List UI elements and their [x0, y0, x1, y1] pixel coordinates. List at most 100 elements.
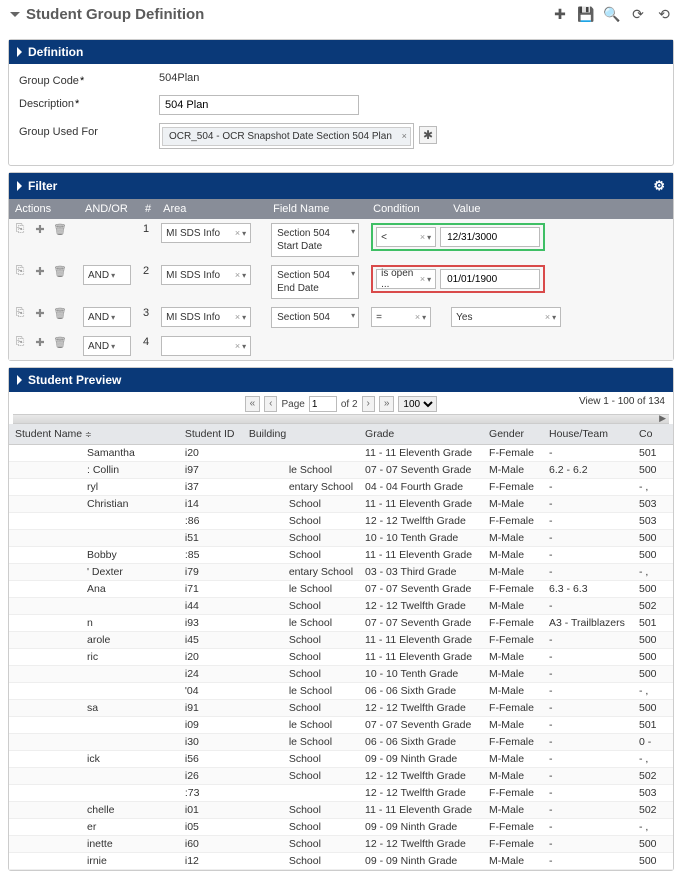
horizontal-scrollbar[interactable]: [13, 414, 669, 424]
table-row[interactable]: i51School10 - 10 Tenth GradeM-Male-500: [9, 530, 673, 547]
cell-co: 500: [633, 853, 673, 870]
table-row[interactable]: arolei45School11 - 11 Eleventh GradeF-Fe…: [9, 632, 673, 649]
delete-row-icon[interactable]: 🗑: [53, 265, 67, 278]
table-row[interactable]: rici20School11 - 11 Eleventh GradeM-Male…: [9, 649, 673, 666]
table-row[interactable]: ryli37entary School04 - 04 Fourth GradeF…: [9, 479, 673, 496]
table-row[interactable]: i26School12 - 12 Twelfth GradeM-Male-502: [9, 768, 673, 785]
andor-select[interactable]: AND▾: [83, 265, 131, 285]
cell-house: -: [543, 632, 633, 649]
add-row-icon[interactable]: ✚: [33, 336, 47, 349]
table-row[interactable]: ' Dexteri79entary School03 - 03 Third Gr…: [9, 564, 673, 581]
cell-co: 500: [633, 649, 673, 666]
cell-id: :86: [179, 513, 243, 530]
cell-bldg: School: [243, 632, 359, 649]
value-select[interactable]: Yes×▾: [451, 307, 561, 327]
table-row[interactable]: ni93le School07 - 07 Seventh GradeF-Fema…: [9, 615, 673, 632]
add-icon[interactable]: ✚: [552, 7, 568, 23]
condition-select[interactable]: is open ...×▾: [376, 269, 436, 289]
pager-pagesize-select[interactable]: 100: [398, 396, 437, 412]
delete-row-icon[interactable]: 🗑: [53, 223, 67, 236]
pager-page-input[interactable]: [309, 396, 337, 412]
table-row[interactable]: i09le School07 - 07 Seventh GradeM-Male-…: [9, 717, 673, 734]
cell-house: -: [543, 853, 633, 870]
table-row[interactable]: Samanthai2011 - 11 Eleventh GradeF-Femal…: [9, 445, 673, 462]
pager-first-button[interactable]: «: [245, 396, 261, 412]
table-row[interactable]: irniei12School09 - 09 Ninth GradeM-Male-…: [9, 853, 673, 870]
add-row-icon[interactable]: ✚: [33, 307, 47, 320]
group-code-label: Group Code: [19, 75, 84, 87]
add-group-used-for-button[interactable]: ✱: [419, 126, 437, 144]
col-grade[interactable]: Grade: [359, 424, 483, 445]
andor-select[interactable]: AND▾: [83, 307, 131, 327]
cell-bldg: [243, 445, 359, 462]
table-row[interactable]: i44School12 - 12 Twelfth GradeM-Male-502: [9, 598, 673, 615]
col-gender[interactable]: Gender: [483, 424, 543, 445]
panel-settings-icon[interactable]: ⚙: [653, 178, 665, 194]
field-select[interactable]: Section 504 Start Date▾: [271, 223, 359, 257]
table-row[interactable]: Bobby:85School11 - 11 Eleventh GradeM-Ma…: [9, 547, 673, 564]
table-row[interactable]: i24School10 - 10 Tenth GradeM-Male-500: [9, 666, 673, 683]
table-row[interactable]: : Collini97le School07 - 07 Seventh Grad…: [9, 462, 673, 479]
table-row[interactable]: Christiani14School11 - 11 Eleventh Grade…: [9, 496, 673, 513]
table-row[interactable]: icki56School09 - 09 Ninth GradeM-Male-- …: [9, 751, 673, 768]
preview-panel-header[interactable]: Student Preview: [9, 368, 673, 392]
copy-row-icon[interactable]: ⎘: [13, 336, 27, 349]
add-row-icon[interactable]: ✚: [33, 223, 47, 236]
table-row[interactable]: sai91School12 - 12 Twelfth GradeF-Female…: [9, 700, 673, 717]
andor-select[interactable]: AND▾: [83, 336, 131, 356]
pager: « ‹ Page of 2 › » 100 View 1 - 100 of 13…: [9, 392, 673, 414]
condition-select[interactable]: =×▾: [371, 307, 431, 327]
cell-co: 500: [633, 530, 673, 547]
col-student-id[interactable]: Student ID: [179, 424, 243, 445]
area-select[interactable]: MI SDS Info×▾: [161, 223, 251, 243]
table-row[interactable]: chellei01School11 - 11 Eleventh GradeM-M…: [9, 802, 673, 819]
cell-id: i20: [179, 649, 243, 666]
filter-panel-header[interactable]: Filter ⚙: [9, 173, 673, 199]
pill-remove-icon[interactable]: ×: [402, 131, 407, 141]
delete-row-icon[interactable]: 🗑: [53, 307, 67, 320]
area-select[interactable]: MI SDS Info×▾: [161, 307, 251, 327]
refresh-icon[interactable]: ⟳: [630, 7, 646, 23]
cell-id: i24: [179, 666, 243, 683]
cell-house: -: [543, 785, 633, 802]
col-house[interactable]: House/Team: [543, 424, 633, 445]
definition-panel-header[interactable]: Definition: [9, 40, 673, 64]
search-icon[interactable]: 🔍: [604, 7, 620, 23]
save-icon[interactable]: 💾: [578, 7, 594, 23]
col-co[interactable]: Co: [633, 424, 673, 445]
filter-condition-value-group: <×▾: [371, 223, 545, 251]
cell-gender: F-Female: [483, 819, 543, 836]
field-select[interactable]: Section 504 End Date▾: [271, 265, 359, 299]
value-input[interactable]: [440, 227, 540, 247]
col-andor: AND/OR: [79, 199, 139, 219]
condition-select[interactable]: <×▾: [376, 227, 436, 247]
collapse-icon[interactable]: [10, 12, 20, 17]
area-select[interactable]: MI SDS Info×▾: [161, 265, 251, 285]
add-row-icon[interactable]: ✚: [33, 265, 47, 278]
table-row[interactable]: :86School12 - 12 Twelfth GradeF-Female-5…: [9, 513, 673, 530]
value-input[interactable]: [440, 269, 540, 289]
cell-bldg: School: [243, 836, 359, 853]
table-row[interactable]: i30le School06 - 06 Sixth GradeF-Female-…: [9, 734, 673, 751]
col-building[interactable]: Building: [243, 424, 359, 445]
description-input[interactable]: [159, 95, 359, 115]
copy-row-icon[interactable]: ⎘: [13, 307, 27, 320]
cell-bldg: le School: [243, 615, 359, 632]
pager-next-button[interactable]: ›: [362, 396, 375, 412]
group-used-for-input[interactable]: OCR_504 - OCR Snapshot Date Section 504 …: [159, 123, 414, 149]
delete-row-icon[interactable]: 🗑: [53, 336, 67, 349]
sync-icon[interactable]: ⟲: [656, 7, 672, 23]
table-row[interactable]: inettei60School12 - 12 Twelfth GradeF-Fe…: [9, 836, 673, 853]
col-student-name[interactable]: Student Name ≑: [9, 424, 179, 445]
pager-last-button[interactable]: »: [379, 396, 395, 412]
col-num: #: [139, 199, 157, 219]
table-row[interactable]: eri05School09 - 09 Ninth GradeF-Female--…: [9, 819, 673, 836]
copy-row-icon[interactable]: ⎘: [13, 223, 27, 236]
table-row[interactable]: Anai71le School07 - 07 Seventh GradeF-Fe…: [9, 581, 673, 598]
field-select[interactable]: Section 504▾: [271, 307, 359, 328]
table-row[interactable]: :7312 - 12 Twelfth GradeF-Female-503: [9, 785, 673, 802]
pager-prev-button[interactable]: ‹: [264, 396, 277, 412]
area-select[interactable]: ×▾: [161, 336, 251, 356]
copy-row-icon[interactable]: ⎘: [13, 265, 27, 278]
table-row[interactable]: '04le School06 - 06 Sixth GradeM-Male-- …: [9, 683, 673, 700]
